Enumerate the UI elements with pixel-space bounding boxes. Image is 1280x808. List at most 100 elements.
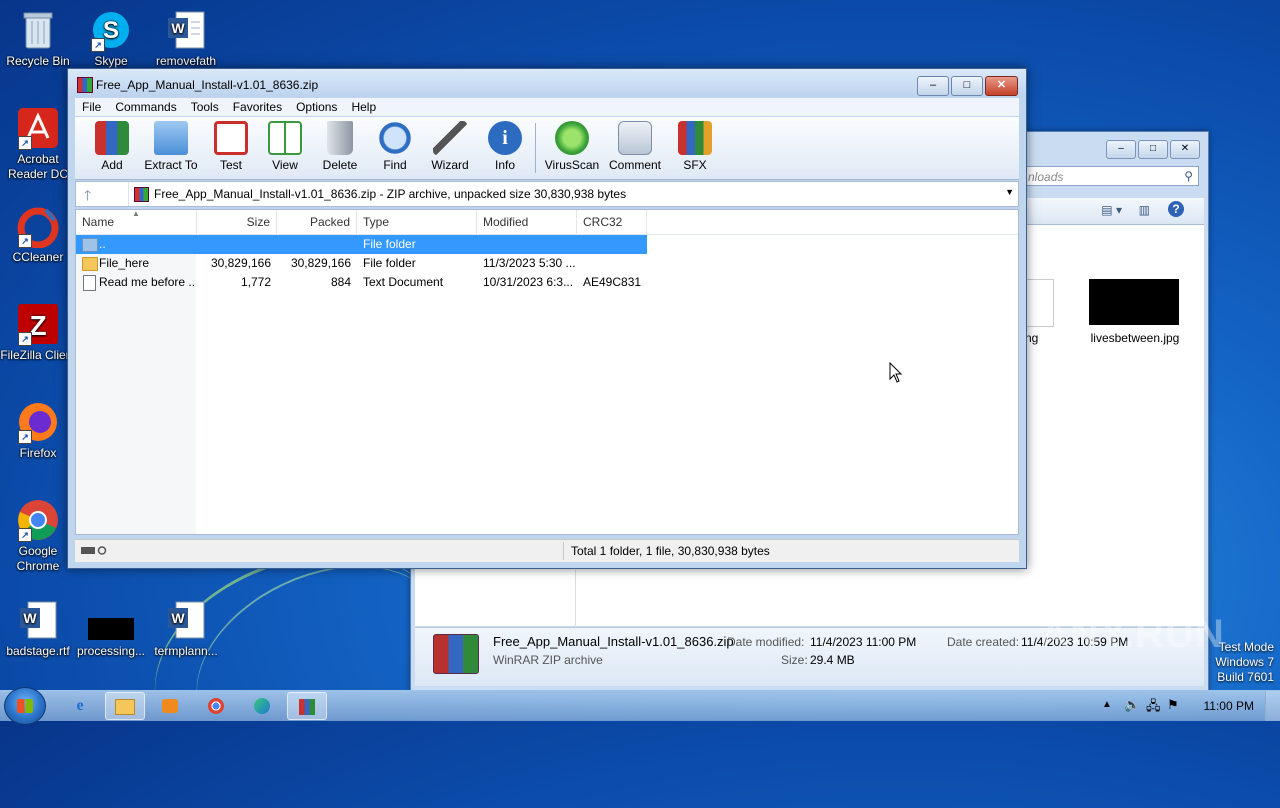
column-header-type[interactable]: Type xyxy=(357,210,477,234)
details-filetype: WinRAR ZIP archive xyxy=(493,653,603,667)
list-header: Name ▲ Size Packed Type Modified CRC32 xyxy=(76,209,1018,235)
taskbar-explorer[interactable] xyxy=(105,692,145,720)
taskbar-media-player[interactable] xyxy=(150,692,190,720)
desktop-icon-filezilla[interactable]: Z ↗ FileZilla Client xyxy=(0,302,76,363)
mouse-cursor-icon xyxy=(889,362,903,383)
desktop-icon-acrobat[interactable]: ↗ Acrobat Reader DC xyxy=(0,106,76,182)
svg-text:W: W xyxy=(171,20,185,36)
menu-tools[interactable]: Tools xyxy=(184,98,226,116)
cell-packed: 884 xyxy=(330,275,351,289)
desktop-icon-chrome[interactable]: ↗ Google Chrome xyxy=(0,498,76,574)
show-hidden-icons-icon[interactable]: ▲ xyxy=(1102,699,1112,710)
preview-pane-icon[interactable]: ▥ xyxy=(1139,203,1150,217)
info-button[interactable]: i Info xyxy=(472,121,538,172)
close-button[interactable]: ✕ xyxy=(985,76,1018,96)
taskbar-winrar[interactable] xyxy=(287,692,327,720)
image-thumbnail[interactable] xyxy=(1089,279,1179,325)
wand-icon xyxy=(433,121,467,155)
skype-icon: S ↗ xyxy=(89,8,133,52)
desktop-icon-processing[interactable]: processing... xyxy=(73,598,149,659)
menu-favorites[interactable]: Favorites xyxy=(226,98,289,116)
close-button[interactable]: ✕ xyxy=(1170,140,1200,159)
column-header-size[interactable]: Size xyxy=(197,210,277,234)
edge-icon xyxy=(254,697,270,714)
recycle-bin-icon xyxy=(16,8,60,52)
start-button[interactable] xyxy=(4,687,46,725)
desktop-icon-recycle-bin[interactable]: Recycle Bin xyxy=(0,8,76,69)
zip-archive-icon xyxy=(134,187,149,202)
file-label[interactable]: ng xyxy=(1025,331,1038,345)
toolbar-label: VirusScan xyxy=(544,158,600,172)
desktop-icon-skype[interactable]: S ↗ Skype xyxy=(73,8,149,69)
file-list[interactable]: Name ▲ Size Packed Type Modified CRC32 .… xyxy=(75,209,1019,535)
toolbar-label: Info xyxy=(494,158,515,172)
search-input[interactable]: nloads ⚲ xyxy=(1023,166,1199,186)
sfx-button[interactable]: SFX xyxy=(662,121,728,172)
sfx-archive-icon xyxy=(678,121,712,155)
taskbar-chrome[interactable] xyxy=(196,692,236,720)
drive-key-icon[interactable] xyxy=(81,546,109,555)
status-separator xyxy=(563,542,564,560)
column-header-modified[interactable]: Modified xyxy=(477,210,577,234)
minimize-button[interactable]: – xyxy=(917,76,949,96)
view-options-icon[interactable]: ▤ ▾ xyxy=(1101,203,1122,217)
table-row[interactable]: Read me before ... 1,772 884 Text Docume… xyxy=(76,273,647,292)
virusscan-button[interactable]: VirusScan xyxy=(539,121,605,172)
menu-help[interactable]: Help xyxy=(344,98,383,116)
status-text: Total 1 folder, 1 file, 30,830,938 bytes xyxy=(571,544,770,558)
maximize-button[interactable]: □ xyxy=(1138,140,1168,159)
volume-icon[interactable]: 🔈 xyxy=(1124,697,1140,713)
maximize-button[interactable]: □ xyxy=(951,76,983,96)
menu-commands[interactable]: Commands xyxy=(108,98,183,116)
details-modified-label: Date modified: xyxy=(727,635,805,649)
winrar-window[interactable]: Free_App_Manual_Install-v1.01_8636.zip –… xyxy=(67,68,1027,569)
black-thumbnail-icon xyxy=(88,598,134,642)
desktop-icon-badstage[interactable]: W badstage.rtf xyxy=(0,598,76,659)
column-header-crc32[interactable]: CRC32 xyxy=(577,210,647,234)
chevron-down-icon[interactable]: ▼ xyxy=(1005,187,1014,197)
add-button[interactable]: Add xyxy=(79,121,145,172)
taskbar-edge[interactable] xyxy=(242,692,282,720)
column-header-packed[interactable]: Packed xyxy=(277,210,357,234)
column-header-name[interactable]: Name ▲ xyxy=(76,209,197,234)
table-row[interactable]: .. File folder xyxy=(76,235,647,254)
address-bar[interactable]: 🡑 Free_App_Manual_Install-v1.01_8636.zip… xyxy=(75,181,1019,207)
desktop-icon-label: CCleaner xyxy=(12,250,64,264)
minimize-button[interactable]: – xyxy=(1106,140,1136,159)
desktop-icon-termplann[interactable]: W termplann... xyxy=(148,598,224,659)
pane-divider xyxy=(575,570,576,630)
cell-size: 30,829,166 xyxy=(210,256,271,270)
system-tray: ▲ 🔈 🖧 ⚑ 11:00 PM xyxy=(1090,691,1280,721)
show-desktop-button[interactable] xyxy=(1265,691,1280,721)
menu-bar: File Commands Tools Favorites Options He… xyxy=(75,98,1019,116)
details-created-label: Date created: xyxy=(947,635,1020,649)
window-title: Free_App_Manual_Install-v1.01_8636.zip xyxy=(96,78,319,92)
winrar-app-icon xyxy=(77,77,93,93)
taskbar-internet-explorer[interactable]: e xyxy=(60,692,100,720)
desktop-icon-removefath[interactable]: W removefath xyxy=(148,8,224,69)
details-size-value: 29.4 MB xyxy=(810,653,855,667)
menu-options[interactable]: Options xyxy=(289,98,344,116)
comment-button[interactable]: Comment xyxy=(602,121,668,172)
shortcut-arrow-icon: ↗ xyxy=(18,234,32,248)
up-arrow-icon[interactable]: 🡑 xyxy=(84,185,91,209)
network-icon[interactable]: 🖧 xyxy=(1146,697,1161,719)
action-center-flag-icon[interactable]: ⚑ xyxy=(1167,697,1179,713)
shortcut-arrow-icon: ↗ xyxy=(18,430,32,444)
desktop-icon-label: Recycle Bin xyxy=(6,54,70,68)
clock[interactable]: 11:00 PM xyxy=(1204,699,1254,713)
shortcut-arrow-icon: ↗ xyxy=(91,38,105,52)
table-row[interactable]: File_here 30,829,166 30,829,166 File fol… xyxy=(76,254,647,273)
extract-to-button[interactable]: Extract To xyxy=(138,121,204,172)
cell-modified: 11/3/2023 5:30 ... xyxy=(483,256,576,270)
file-thumbnail[interactable] xyxy=(1025,279,1054,327)
help-icon[interactable]: ? xyxy=(1168,201,1184,217)
menu-file[interactable]: File xyxy=(75,98,108,116)
status-bar: Total 1 folder, 1 file, 30,830,938 bytes xyxy=(75,539,1019,562)
desktop-icon-firefox[interactable]: ↗ Firefox xyxy=(0,400,76,461)
title-bar[interactable]: Free_App_Manual_Install-v1.01_8636.zip –… xyxy=(68,69,1026,97)
toolbar-separator xyxy=(535,123,536,173)
internet-explorer-icon: e xyxy=(76,697,84,714)
desktop-icon-ccleaner[interactable]: ↗ CCleaner xyxy=(0,204,76,265)
file-label[interactable]: livesbetween.jpg xyxy=(1085,331,1185,345)
